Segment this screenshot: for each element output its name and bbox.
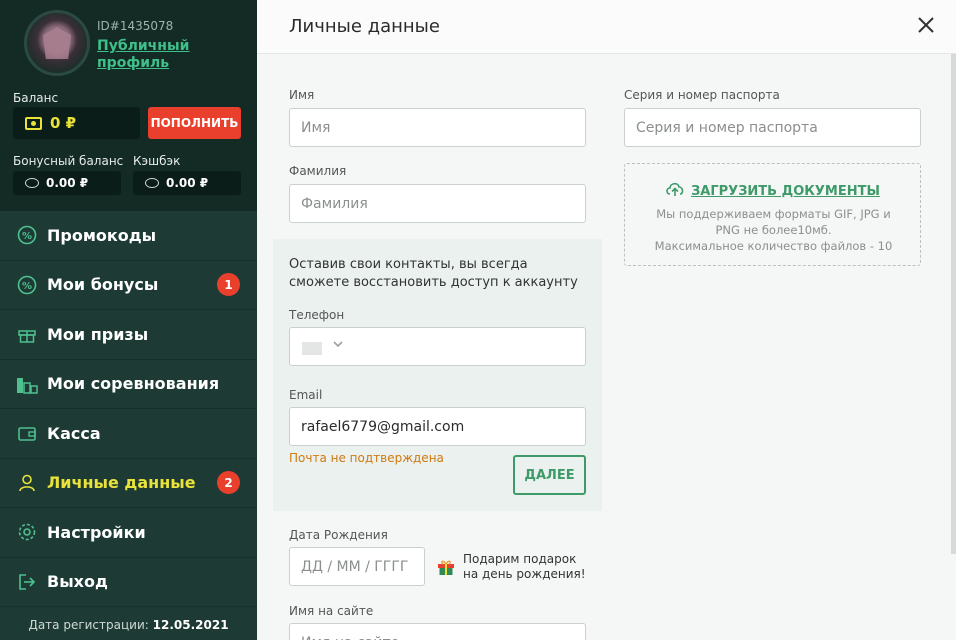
page-title: Личные данные (289, 16, 440, 37)
svg-text:%: % (22, 281, 32, 292)
gear-icon (16, 521, 38, 543)
cashback-display: 0.00 ₽ (133, 171, 241, 195)
sidebar-item-label: Мои бонусы (47, 275, 159, 295)
bonus-balance-label: Бонусный баланс (13, 154, 124, 168)
bonus-balance-display: 0.00 ₽ (13, 171, 121, 195)
upload-hint: Мы поддерживаем форматы GIF, JPG и PNG н… (645, 206, 902, 254)
birthdate-input[interactable] (289, 547, 425, 586)
wallet-icon (16, 422, 38, 444)
sidebar-item-logout[interactable]: Выход (0, 558, 257, 607)
chevron-down-icon[interactable] (332, 338, 344, 353)
sidebar-item-personal-data[interactable]: Личные данные 2 (0, 459, 257, 508)
upload-formats-hint: Мы поддерживаем форматы GIF, JPG и PNG н… (656, 207, 891, 237)
contacts-section: Оставив свои контакты, вы всегда сможете… (273, 239, 602, 511)
sidebar-item-bonuses[interactable]: % Мои бонусы 1 (0, 261, 257, 310)
contacts-hint: Оставив свои контакты, вы всегда сможете… (289, 257, 578, 290)
user-id: ID#1435078 (97, 19, 174, 33)
last-name-input[interactable] (289, 184, 586, 223)
sidebar-item-label: Мои соревнования (47, 374, 220, 394)
percent-icon: % (16, 274, 38, 296)
phone-input[interactable] (289, 327, 586, 366)
email-label: Email (289, 388, 323, 402)
notification-badge: 1 (217, 273, 240, 297)
sidebar-item-label: Настройки (47, 522, 146, 542)
balance-label: Баланс (13, 91, 59, 105)
cloud-upload-icon (665, 181, 685, 201)
phone-label: Телефон (289, 308, 345, 322)
gift-icon (437, 558, 455, 576)
bonus-balance-value: 0.00 ₽ (46, 176, 89, 190)
nickname-input[interactable] (289, 623, 586, 640)
close-icon (918, 17, 934, 33)
coin-icon (145, 178, 159, 188)
svg-text:%: % (22, 231, 32, 242)
main-panel: Личные данные Имя Фамилия Оставив свои к… (257, 0, 956, 640)
balance-value: 0 ₽ (50, 114, 77, 132)
birthdate-label: Дата Рождения (289, 528, 388, 542)
passport-label: Серия и номер паспорта (624, 88, 780, 102)
coin-icon (25, 178, 39, 188)
account-panel: ID#1435078 Публичный профиль Баланс 0 ₽ … (0, 0, 257, 211)
first-name-label: Имя (289, 88, 315, 102)
podium-icon (16, 373, 38, 395)
close-button[interactable] (916, 14, 936, 34)
sidebar-item-label: Промокоды (47, 225, 157, 245)
cash-icon (25, 116, 42, 130)
page-header: Личные данные (257, 0, 956, 54)
sidebar-menu: % Промокоды % Мои бонусы 1 Мои призы Мои… (0, 211, 257, 607)
sidebar: ID#1435078 Публичный профиль Баланс 0 ₽ … (0, 0, 257, 640)
sidebar-item-label: Личные данные (47, 473, 196, 493)
last-name-label: Фамилия (289, 164, 347, 178)
sidebar-item-label: Касса (47, 423, 101, 443)
sidebar-item-prizes[interactable]: Мои призы (0, 310, 257, 360)
email-input[interactable] (289, 407, 586, 446)
sidebar-item-competitions[interactable]: Мои соревнования (0, 360, 257, 409)
country-flag-icon[interactable] (302, 342, 322, 355)
passport-input[interactable] (624, 108, 921, 147)
gift-icon (16, 323, 38, 345)
sidebar-item-settings[interactable]: Настройки (0, 508, 257, 558)
logout-icon (16, 571, 38, 593)
nickname-label: Имя на сайте (289, 604, 374, 618)
avatar-image (43, 27, 71, 59)
balance-display: 0 ₽ (13, 107, 140, 139)
user-icon (16, 472, 38, 494)
upload-documents-link[interactable]: ЗАГРУЗИТЬ ДОКУМЕНТЫ (625, 181, 920, 201)
next-button[interactable]: ДАЛЕЕ (513, 455, 586, 495)
public-profile-link[interactable]: Публичный профиль (97, 38, 217, 72)
upload-limit-hint: Максимальное количество файлов - 10 (654, 239, 893, 253)
topup-button[interactable]: ПОПОЛНИТЬ (148, 107, 241, 139)
registration-date-value: 12.05.2021 (152, 618, 229, 632)
scrollbar[interactable] (951, 54, 956, 554)
sidebar-item-label: Выход (47, 572, 108, 592)
cashback-label: Кэшбэк (133, 154, 181, 168)
cashback-value: 0.00 ₽ (166, 176, 209, 190)
avatar[interactable] (24, 10, 90, 76)
registration-date: Дата регистрации: 12.05.2021 (0, 618, 257, 632)
upload-documents-label: ЗАГРУЗИТЬ ДОКУМЕНТЫ (691, 183, 880, 199)
sidebar-item-promocodes[interactable]: % Промокоды (0, 211, 257, 261)
birthday-gift-text: Подарим подарок на день рождения! (463, 552, 586, 581)
percent-icon: % (16, 224, 38, 246)
sidebar-item-cashier[interactable]: Касса (0, 409, 257, 459)
first-name-input[interactable] (289, 108, 586, 147)
sidebar-item-label: Мои призы (47, 324, 149, 344)
registration-label: Дата регистрации: (28, 618, 149, 632)
document-upload-area[interactable]: ЗАГРУЗИТЬ ДОКУМЕНТЫ Мы поддерживаем форм… (624, 163, 921, 266)
email-unverified-warning: Почта не подтверждена (289, 451, 444, 465)
notification-badge: 2 (217, 471, 240, 495)
